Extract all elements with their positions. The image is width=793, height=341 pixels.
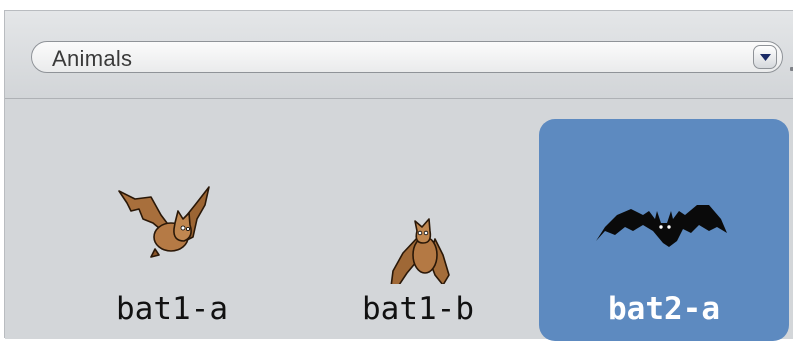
dropdown-button[interactable]: [753, 45, 777, 69]
chevron-down-icon: [760, 54, 771, 61]
sprite-tile-bat1-a[interactable]: bat1-a: [47, 119, 297, 341]
bat-black-icon: [596, 205, 727, 247]
library-header: Animals: [5, 11, 793, 99]
bat-brown-flying-icon: [118, 186, 210, 258]
category-select-value: Animals: [52, 46, 133, 71]
sprite-library-panel: Animals bat1-a bat1-b bat2-a: [4, 10, 793, 341]
sprite-label: bat1-b: [362, 291, 474, 327]
bat-brown-hanging-icon: [390, 218, 450, 284]
sprite-tile-bat1-b[interactable]: bat1-b: [293, 119, 543, 341]
sprite-label: bat2-a: [608, 291, 720, 327]
top-strip: [0, 0, 793, 10]
category-select[interactable]: Animals: [31, 41, 783, 73]
sprite-label: bat1-a: [116, 291, 228, 327]
sprite-grid: bat1-a bat1-b bat2-a: [5, 99, 793, 341]
sprite-tile-bat2-a[interactable]: bat2-a: [539, 119, 789, 341]
